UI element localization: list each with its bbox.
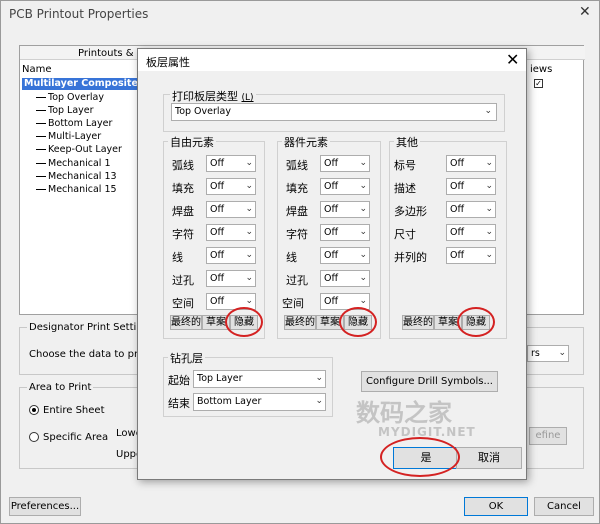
comp-track-label: 线 xyxy=(286,251,297,264)
watermark-cn: 数码之家 xyxy=(356,399,452,427)
window-title: PCB Printout Properties xyxy=(9,7,149,21)
layer-type-select[interactable]: Top Overlay ⌄ xyxy=(171,103,497,121)
tree-item[interactable]: Mechanical 1 xyxy=(36,158,111,169)
free-track-select[interactable]: Off ⌄ xyxy=(206,247,256,264)
column-views[interactable]: iews xyxy=(530,64,552,75)
free-pad-label: 焊盘 xyxy=(172,205,194,218)
free-elements-title: 自由元素 xyxy=(168,134,216,150)
comp-track-select[interactable]: Off ⌄ xyxy=(320,247,370,264)
free-pad-select[interactable]: Off ⌄ xyxy=(206,201,256,218)
other-final-button[interactable]: 最终的 xyxy=(402,315,434,330)
comp-fill-select[interactable]: Off ⌄ xyxy=(320,178,370,195)
free-via-select[interactable]: Off ⌄ xyxy=(206,270,256,287)
other-designator-label: 标号 xyxy=(394,159,416,172)
free-final-button[interactable]: 最终的 xyxy=(170,315,202,330)
other-polygon-label: 多边形 xyxy=(394,205,427,218)
dialog-title: 板层属性 xyxy=(146,56,190,69)
tree-item[interactable]: Top Overlay xyxy=(36,92,104,103)
other-dimension-label: 尺寸 xyxy=(394,228,416,241)
other-coordinate-select[interactable]: Off ⌄ xyxy=(446,247,496,264)
comp-string-label: 字符 xyxy=(286,228,308,241)
views-checkbox[interactable]: ✓ xyxy=(534,79,543,88)
free-fill-label: 填充 xyxy=(172,182,194,195)
drill-layer-title: 钻孔层 xyxy=(168,350,205,366)
comp-via-select[interactable]: Off ⌄ xyxy=(320,270,370,287)
layer-type-title: 打印板层类型 (L) xyxy=(170,88,256,104)
tree-item[interactable]: Mechanical 13 xyxy=(36,171,117,182)
specific-area-radio[interactable] xyxy=(29,432,39,442)
comp-final-button[interactable]: 最终的 xyxy=(284,315,316,330)
other-dimension-select[interactable]: Off ⌄ xyxy=(446,224,496,241)
drill-start-label: 起始 xyxy=(168,374,190,387)
comp-arc-select[interactable]: Off ⌄ xyxy=(320,155,370,172)
comp-string-select[interactable]: Off ⌄ xyxy=(320,224,370,241)
specific-area-label[interactable]: Specific Area xyxy=(43,432,108,443)
free-track-label: 线 xyxy=(172,251,183,264)
entire-sheet-radio[interactable] xyxy=(29,405,39,415)
highlight-ring xyxy=(457,307,495,337)
other-coordinate-label: 并列的 xyxy=(394,251,427,264)
comp-pad-select[interactable]: Off ⌄ xyxy=(320,201,370,218)
cancel-button[interactable]: Cancel xyxy=(534,497,594,516)
other-comment-label: 描述 xyxy=(394,182,416,195)
tree-item[interactable]: Multi-Layer xyxy=(36,131,101,142)
dialog-close-icon[interactable]: ✕ xyxy=(506,50,519,69)
drill-start-select[interactable]: Top Layer ⌄ xyxy=(193,370,326,388)
other-title: 其他 xyxy=(394,134,420,150)
tree-root-multilayer[interactable]: Multilayer Composite Pr xyxy=(22,78,153,90)
other-polygon-select[interactable]: Off ⌄ xyxy=(446,201,496,218)
area-group-title: Area to Print xyxy=(27,382,94,393)
comp-pad-label: 焊盘 xyxy=(286,205,308,218)
free-arc-select[interactable]: Off ⌄ xyxy=(206,155,256,172)
choose-data-label: Choose the data to print xyxy=(29,349,152,360)
tree-item[interactable]: Mechanical 15 xyxy=(36,184,117,195)
drill-end-select[interactable]: Bottom Layer ⌄ xyxy=(193,393,326,411)
preferences-button[interactable]: Preferences... xyxy=(9,497,81,516)
other-designator-select[interactable]: Off ⌄ xyxy=(446,155,496,172)
free-arc-label: 弧线 xyxy=(172,159,194,172)
highlight-ring xyxy=(380,437,460,477)
highlight-ring xyxy=(225,307,263,337)
ok-button[interactable]: OK xyxy=(464,497,528,516)
other-comment-select[interactable]: Off ⌄ xyxy=(446,178,496,195)
column-name[interactable]: Name xyxy=(22,64,52,75)
free-fill-select[interactable]: Off ⌄ xyxy=(206,178,256,195)
comp-fill-label: 填充 xyxy=(286,182,308,195)
component-elements-title: 器件元素 xyxy=(282,134,330,150)
drill-end-label: 结束 xyxy=(168,397,190,410)
free-string-select[interactable]: Off ⌄ xyxy=(206,224,256,241)
tree-item[interactable]: Keep-Out Layer xyxy=(36,144,122,155)
tree-item[interactable]: Bottom Layer xyxy=(36,118,112,129)
dialog-cancel-button[interactable]: 取消 xyxy=(456,447,522,469)
configure-drill-symbols-button[interactable]: Configure Drill Symbols... xyxy=(361,371,498,392)
tree-item[interactable]: Top Layer xyxy=(36,105,94,116)
close-icon[interactable]: ✕ xyxy=(579,4,591,20)
free-string-label: 字符 xyxy=(172,228,194,241)
layer-properties-dialog: 板层属性 ✕ 打印板层类型 (L) Top Overlay ⌄ 自由元素 器件元素… xyxy=(137,48,527,480)
comp-via-label: 过孔 xyxy=(286,274,308,287)
highlight-ring xyxy=(339,307,377,337)
print-data-select[interactable]: rs ⌄ xyxy=(527,345,569,362)
free-via-label: 过孔 xyxy=(172,274,194,287)
define-button[interactable]: efine xyxy=(529,427,567,445)
comp-space-label: 空间 xyxy=(282,297,304,310)
free-space-label: 空间 xyxy=(172,297,194,310)
dialog-titlebar xyxy=(138,49,526,71)
comp-arc-label: 弧线 xyxy=(286,159,308,172)
entire-sheet-label[interactable]: Entire Sheet xyxy=(43,405,105,416)
